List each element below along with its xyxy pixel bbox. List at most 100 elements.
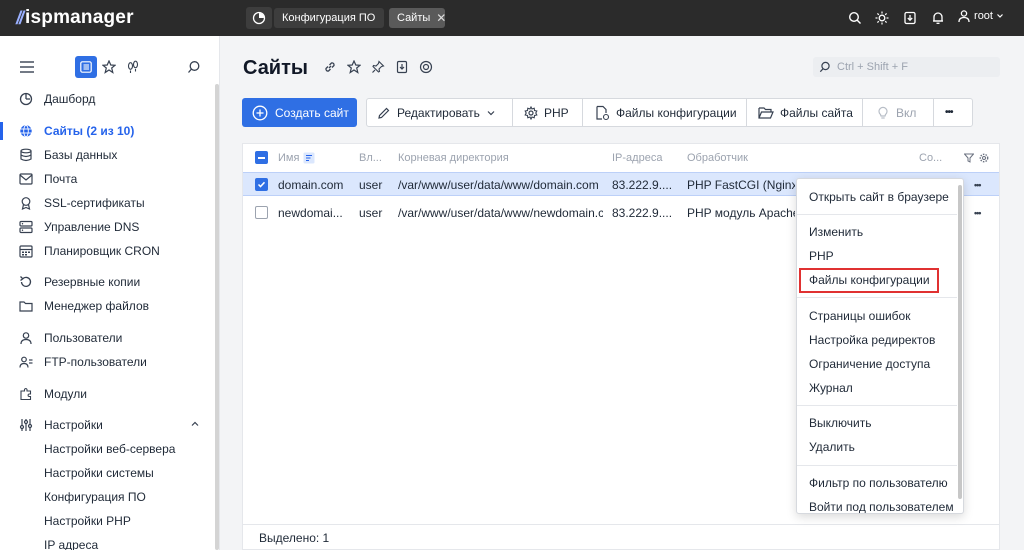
sidebar-item-label: Настройки PHP bbox=[44, 514, 131, 528]
chevron-down-icon bbox=[997, 14, 1003, 18]
title-actions bbox=[322, 59, 434, 75]
menu-item-log[interactable]: Журнал bbox=[809, 380, 853, 396]
bell-icon[interactable] bbox=[928, 8, 948, 28]
tab-label: Сайты bbox=[397, 12, 431, 24]
search-input[interactable] bbox=[837, 61, 987, 73]
chevron-up-icon[interactable] bbox=[190, 418, 200, 432]
enable-label: Вкл bbox=[896, 105, 917, 120]
settings-sliders-icon bbox=[18, 417, 34, 433]
sidebar-item-databases[interactable]: Базы данных bbox=[0, 144, 215, 166]
column-header-status[interactable]: Со... bbox=[919, 144, 942, 172]
sidebar-item-dashboard[interactable]: Дашборд bbox=[0, 88, 215, 110]
enable-button[interactable]: Вкл bbox=[876, 99, 916, 126]
sidebar-search-icon[interactable] bbox=[183, 56, 205, 78]
column-header-handler[interactable]: Обработчик bbox=[687, 144, 748, 172]
dns-icon bbox=[18, 219, 34, 235]
menu-item-filter-by-user[interactable]: Фильтр по пользователю bbox=[809, 475, 948, 491]
cell-owner: user bbox=[359, 178, 383, 192]
sidebar-item-modules[interactable]: Модули bbox=[0, 383, 215, 405]
select-all-checkbox[interactable] bbox=[255, 151, 268, 164]
header-label: Корневая директория bbox=[398, 152, 509, 164]
folder-icon bbox=[18, 298, 34, 314]
menu-item-login-as-user[interactable]: Войти под пользователем bbox=[809, 499, 954, 513]
menu-divider bbox=[797, 297, 957, 298]
folder-open-icon bbox=[758, 106, 774, 119]
star-icon[interactable] bbox=[346, 59, 362, 75]
header-label: Со... bbox=[919, 152, 943, 164]
download-icon[interactable] bbox=[900, 8, 920, 28]
menu-item-disable[interactable]: Выключить bbox=[809, 415, 871, 431]
site-files-button[interactable]: Файлы сайта bbox=[758, 99, 853, 126]
search-icon[interactable] bbox=[845, 8, 865, 28]
sidebar-item-mail[interactable]: Почта bbox=[0, 168, 215, 190]
sidebar-item-label: Управление DNS bbox=[44, 220, 140, 234]
sidebar-item-ftp-users[interactable]: FTP-пользователи bbox=[0, 351, 215, 373]
footprints-icon[interactable] bbox=[122, 56, 144, 78]
column-header-owner[interactable]: Вл... bbox=[359, 144, 382, 172]
menu-item-edit[interactable]: Изменить bbox=[809, 224, 863, 240]
sidebar-item-label: IP адреса bbox=[44, 538, 99, 550]
logo[interactable]: // ispmanager bbox=[16, 7, 134, 29]
menu-item-delete[interactable]: Удалить bbox=[809, 439, 855, 455]
create-site-button[interactable]: Создать сайт bbox=[242, 98, 357, 127]
hamburger-icon[interactable] bbox=[16, 56, 38, 78]
help-lifebuoy-icon[interactable] bbox=[418, 59, 434, 75]
menu-item-access-restriction[interactable]: Ограничение доступа bbox=[809, 356, 930, 372]
theme-sun-icon[interactable] bbox=[872, 8, 892, 28]
logo-text: ispmanager bbox=[25, 7, 134, 28]
cell-handler: PHP модуль Apache 7.4 bbox=[687, 206, 795, 220]
sidebar-item-settings[interactable]: Настройки bbox=[0, 414, 215, 436]
download-icon[interactable] bbox=[394, 59, 410, 75]
close-icon[interactable]: ✕ bbox=[436, 11, 446, 25]
menu-divider bbox=[797, 405, 957, 406]
sidebar-item-ip-addresses[interactable]: IP адреса bbox=[0, 534, 215, 550]
column-header-root[interactable]: Корневая директория bbox=[398, 144, 509, 172]
more-icon: ••• bbox=[945, 107, 953, 118]
menu-item-open-in-browser[interactable]: Открыть сайт в браузере bbox=[809, 189, 949, 205]
search-icon bbox=[819, 61, 830, 73]
sidebar-scrollbar[interactable] bbox=[215, 84, 219, 550]
dashboard-gauge-icon[interactable] bbox=[246, 7, 272, 29]
pin-icon[interactable] bbox=[370, 59, 386, 75]
sidebar-item-backups[interactable]: Резервные копии bbox=[0, 271, 215, 293]
more-actions-button[interactable]: ••• bbox=[945, 99, 953, 126]
user-menu[interactable]: root bbox=[957, 9, 1004, 23]
filter-icon[interactable] bbox=[964, 144, 974, 172]
sidebar-item-system-settings[interactable]: Настройки системы bbox=[0, 462, 215, 484]
sidebar-item-software-config[interactable]: Конфигурация ПО bbox=[0, 486, 215, 508]
sidebar-item-users[interactable]: Пользователи bbox=[0, 327, 215, 349]
row-checkbox[interactable] bbox=[255, 206, 268, 219]
menu-item-redirects[interactable]: Настройка редиректов bbox=[809, 332, 935, 348]
column-header-name[interactable]: Имя bbox=[278, 144, 315, 172]
sidebar-item-cron[interactable]: Планировщик CRON bbox=[0, 240, 215, 262]
menu-item-php[interactable]: PHP bbox=[809, 248, 834, 264]
sidebar-item-file-manager[interactable]: Менеджер файлов bbox=[0, 295, 215, 317]
column-header-ip[interactable]: IP-адреса bbox=[612, 144, 662, 172]
table-settings-gear-icon[interactable] bbox=[979, 144, 989, 172]
row-menu-button[interactable]: ••• bbox=[974, 201, 994, 225]
sidebar-item-php-settings[interactable]: Настройки PHP bbox=[0, 510, 215, 532]
list-view-icon[interactable] bbox=[75, 56, 97, 78]
menu-item-error-pages[interactable]: Страницы ошибок bbox=[809, 308, 910, 324]
menu-scrollbar[interactable] bbox=[958, 185, 962, 499]
php-button[interactable]: PHP bbox=[524, 99, 569, 126]
cell-ip: 83.222.9.... bbox=[612, 178, 673, 192]
sort-icon[interactable] bbox=[303, 152, 315, 164]
gear-icon bbox=[524, 105, 538, 120]
config-files-button[interactable]: Файлы конфигурации bbox=[594, 99, 737, 126]
sidebar-item-dns[interactable]: Управление DNS bbox=[0, 216, 215, 238]
sidebar-item-label: Почта bbox=[44, 172, 78, 186]
link-icon[interactable] bbox=[322, 59, 338, 75]
sidebar-item-web-server-settings[interactable]: Настройки веб-сервера bbox=[0, 438, 215, 460]
row-checkbox[interactable] bbox=[255, 178, 268, 191]
sidebar-item-ssl[interactable]: SSL-сертификаты bbox=[0, 192, 215, 214]
edit-button[interactable]: Редактировать bbox=[377, 99, 496, 126]
tab-sites[interactable]: Сайты ✕ bbox=[389, 8, 446, 28]
top-bar: // ispmanager Конфигурация ПО Сайты ✕ ro… bbox=[0, 0, 1024, 36]
row-menu-button[interactable]: ••• bbox=[974, 173, 994, 197]
sidebar-item-label: Планировщик CRON bbox=[44, 244, 160, 258]
star-icon[interactable] bbox=[98, 56, 120, 78]
page-title: Сайты bbox=[243, 57, 308, 79]
sidebar-item-sites[interactable]: Сайты (2 из 10) bbox=[0, 120, 215, 142]
tab-software-config[interactable]: Конфигурация ПО bbox=[274, 8, 384, 28]
